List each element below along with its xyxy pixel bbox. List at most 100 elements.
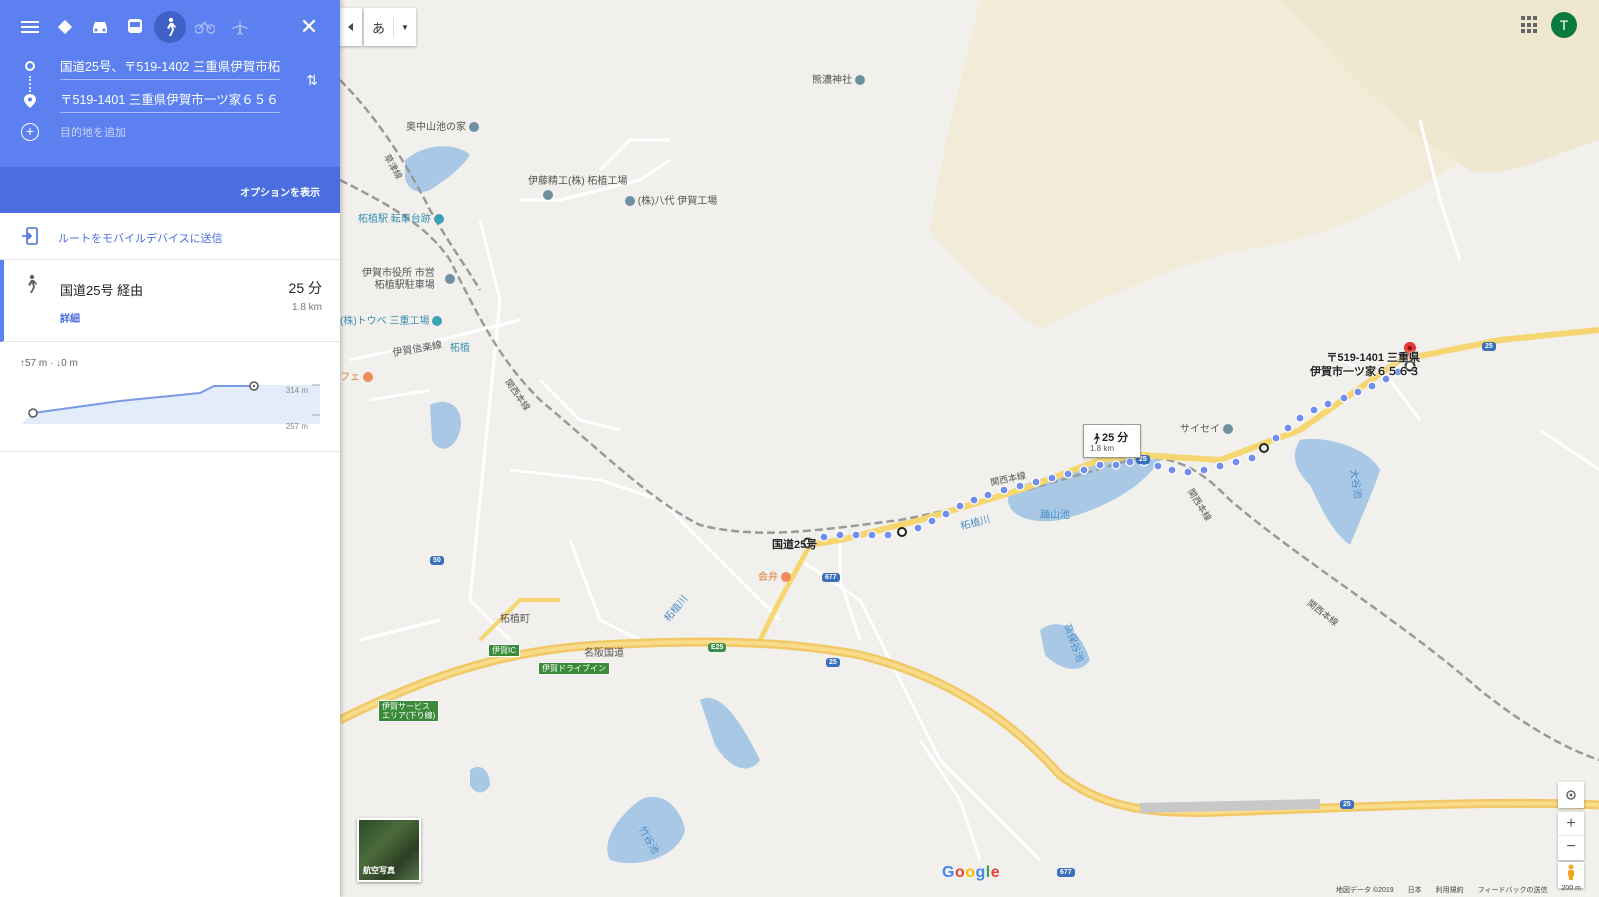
input-tools-button[interactable]: あ ▼	[364, 8, 416, 46]
route-shield: 50	[430, 556, 444, 565]
travel-mode-bar	[14, 11, 259, 43]
route-details-link[interactable]: 詳細	[60, 310, 80, 325]
poi-label[interactable]: フェ	[340, 368, 373, 383]
region-link[interactable]: 日本	[1408, 885, 1422, 895]
poi-pin-icon	[445, 274, 455, 284]
my-location-button[interactable]	[1558, 782, 1584, 808]
poi-pin-icon	[432, 316, 443, 327]
elevation-profile: ↑57 m · ↓0 m 314 m 257 m	[0, 342, 340, 452]
chevron-left-icon	[348, 23, 353, 31]
directions-sidebar: ✕ 国道25号、〒519-1402 三重県伊賀市柘 〒519-1401 三重県伊…	[0, 0, 340, 897]
route-option-card[interactable]: 国道25号 経由 25 分 1.8 km 詳細	[0, 260, 340, 342]
maps-app: ✕ 国道25号、〒519-1402 三重県伊賀市柘 〒519-1401 三重県伊…	[0, 0, 1599, 897]
route-shield: 25	[1482, 342, 1496, 351]
poi-label[interactable]: 柘植駅 転車台跡	[358, 210, 444, 225]
walk-icon	[1094, 432, 1100, 444]
walk-route-icon	[24, 274, 38, 299]
zoom-in-button[interactable]: +	[1558, 812, 1584, 836]
poi-pin-icon	[469, 122, 479, 133]
route-via-marker[interactable]	[897, 527, 907, 537]
poi-label[interactable]: (株)八代 伊賀工場	[622, 192, 717, 207]
directions-header: ✕ 国道25号、〒519-1402 三重県伊賀市柘 〒519-1401 三重県伊…	[0, 0, 340, 167]
route-duration: 25 分	[288, 280, 322, 296]
poi-name: フェ	[340, 372, 360, 383]
station-label[interactable]: 柘植	[450, 339, 470, 354]
route-via-marker[interactable]	[1259, 443, 1269, 453]
elevation-start-marker	[28, 408, 38, 418]
chevron-down-icon[interactable]: ▼	[394, 23, 416, 32]
poi-pin-icon	[781, 572, 791, 583]
send-to-mobile-label[interactable]: ルートをモバイルデバイスに送信	[58, 230, 223, 246]
route-shield: 677	[822, 573, 840, 582]
place-label: 柘植町	[500, 614, 530, 625]
poi-pin-icon	[363, 372, 373, 383]
destination-label[interactable]: 〒519-1401 三重県 伊賀市一ツ家６５６３	[1310, 352, 1420, 380]
transit-icon[interactable]	[119, 11, 151, 43]
destination-input[interactable]: 〒519-1401 三重県伊賀市一ツ家６５６	[60, 87, 280, 113]
swap-icon[interactable]: ⇅	[306, 72, 318, 89]
interchange-label[interactable]: 伊賀IC	[488, 644, 520, 658]
facility-label-line1: 伊賀サービス	[382, 702, 430, 711]
facility-label[interactable]: 伊賀サービス エリア(下り線)	[378, 700, 440, 723]
poi-name-line1: 伊賀市役所 市営	[362, 268, 435, 279]
poi-name: 柘植駅 転車台跡	[358, 214, 431, 225]
callout-duration: 25 分	[1092, 429, 1128, 445]
destination-label-line2: 伊賀市一ツ家６５６３	[1310, 365, 1420, 378]
poi-name: サイセイ	[1180, 424, 1220, 435]
walk-icon[interactable]	[154, 11, 186, 43]
poi-name: 会弁	[758, 572, 778, 583]
aerial-view-label: 航空写真	[363, 866, 395, 875]
directions-icon[interactable]	[49, 11, 81, 43]
origin-label[interactable]: 国道25号	[772, 536, 817, 552]
map-data-credit[interactable]: 地図データ ©2019	[1336, 885, 1394, 895]
send-to-mobile-row[interactable]: ルートをモバイルデバイスに送信	[0, 213, 340, 260]
input-tools-char: あ	[364, 17, 394, 37]
options-bar: オプションを表示	[0, 167, 340, 213]
poi-label[interactable]: 奥中山池の家	[406, 118, 479, 133]
send-to-device-icon	[22, 227, 38, 245]
add-destination-label[interactable]: 目的地を追加	[60, 124, 126, 140]
poi-label[interactable]: 伊藤精工(株) 柘植工場	[528, 172, 627, 187]
collapse-sidebar-button[interactable]	[340, 8, 362, 46]
scale-bar[interactable]: 200 m	[1562, 885, 1581, 895]
avatar[interactable]: T	[1551, 12, 1577, 38]
terms-link[interactable]: 利用規約	[1436, 885, 1464, 895]
route-shield: 677	[1057, 868, 1075, 877]
show-options-button[interactable]: オプションを表示	[240, 184, 320, 199]
poi-pin-icon	[433, 214, 444, 225]
map-base	[340, 0, 1599, 897]
menu-icon[interactable]	[14, 11, 46, 43]
aerial-view-toggle[interactable]: 航空写真	[357, 818, 421, 882]
facility-label-line2: エリア(下り線)	[382, 711, 436, 721]
route-shield: 25	[826, 658, 840, 667]
poi-label[interactable]: サイセイ	[1180, 420, 1233, 435]
poi-name: 熊濃神社	[812, 75, 852, 86]
car-icon[interactable]	[84, 11, 116, 43]
origin-input[interactable]: 国道25号、〒519-1402 三重県伊賀市柘	[60, 54, 280, 80]
map-canvas[interactable]: 熊濃神社 奥中山池の家 伊藤精工(株) 柘植工場 (株)八代 伊賀工場 柘植駅 …	[340, 0, 1599, 897]
poi-label[interactable]: 熊濃神社	[812, 71, 865, 86]
elevation-chart	[20, 381, 320, 426]
destination-pin-icon	[24, 94, 36, 113]
poi-name: (株)トウベ 三重工場	[340, 316, 430, 327]
my-location-icon	[1566, 790, 1576, 800]
poi-pin-icon	[543, 190, 553, 200]
bike-icon[interactable]	[189, 11, 221, 43]
map-footer: 地図データ ©2019 日本 利用規約 フィードバックの送信 200 m	[1336, 885, 1581, 895]
poi-name: 奥中山池の家	[406, 122, 466, 133]
poi-name-line2: 柘植駅駐車場	[374, 280, 435, 291]
close-directions-button[interactable]: ✕	[294, 12, 324, 42]
route-duration-callout[interactable]: 25 分 1.8 km	[1083, 424, 1141, 458]
pond-label: 踊山池	[1040, 510, 1070, 521]
facility-label[interactable]: 伊賀ドライブイン	[538, 662, 610, 676]
poi-pin-icon	[855, 75, 865, 86]
destination-label-line1: 〒519-1401 三重県	[1326, 352, 1420, 364]
poi-label[interactable]: 伊賀市役所 市営 柘植駅駐車場	[362, 268, 435, 292]
poi-label[interactable]: (株)トウベ 三重工場	[340, 312, 443, 327]
poi-label[interactable]: 会弁	[758, 568, 791, 583]
zoom-out-button[interactable]: −	[1558, 836, 1584, 860]
add-destination-icon[interactable]: +	[21, 123, 39, 141]
flight-icon[interactable]	[224, 11, 256, 43]
google-apps-icon[interactable]	[1521, 16, 1539, 34]
feedback-link[interactable]: フィードバックの送信	[1478, 885, 1548, 895]
